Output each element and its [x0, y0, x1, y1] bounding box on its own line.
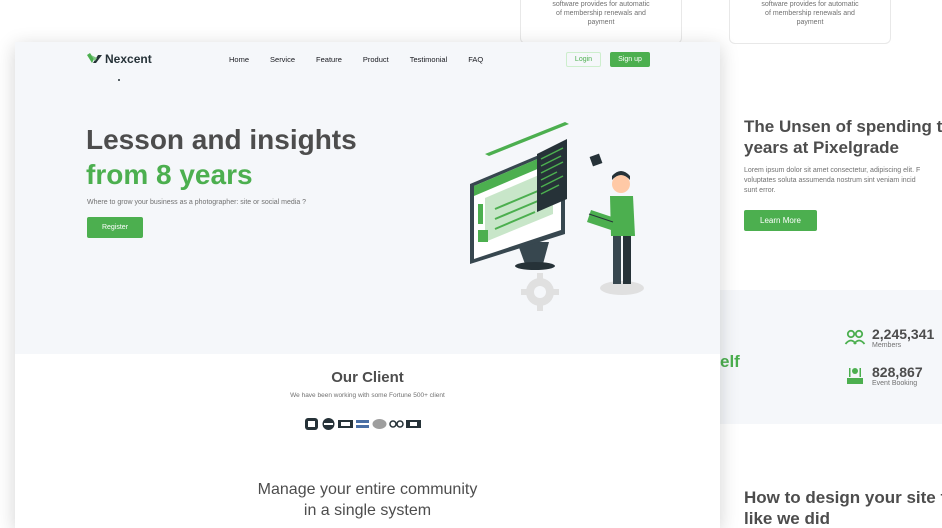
manage-title-line: in a single system: [303, 502, 432, 519]
nav-link-testimonial[interactable]: Testimonial: [410, 55, 448, 64]
section-title: The Unsen of spending thr: [744, 117, 942, 136]
stat-label: Event Booking: [872, 380, 918, 387]
hero-section: Nexcent Home Service Feature Product Tes…: [15, 42, 720, 354]
signup-button[interactable]: Sign up: [610, 52, 650, 67]
feature-card-text: software provides for automatic: [552, 1, 650, 8]
manage-section-title: Manage your entire community in a single…: [15, 479, 720, 521]
feature-card-text: payment: [796, 19, 824, 26]
client-logo-5-icon: [372, 419, 387, 429]
client-logo-6-icon: [389, 420, 404, 428]
feature-card-text: of membership renewals and: [765, 10, 855, 17]
manage-title-line: Manage your entire community: [257, 481, 478, 498]
feature-card: software provides for automatic of membe…: [520, 0, 682, 44]
stat-number: 2,245,341: [872, 326, 935, 342]
landing-page-preview: Nexcent Home Service Feature Product Tes…: [15, 42, 720, 528]
stat-number: 828,867: [872, 364, 923, 380]
feature-card-text: of membership renewals and: [556, 10, 646, 17]
nav-link-home[interactable]: Home: [229, 55, 249, 64]
clients-subtitle: We have been working with some Fortune 5…: [290, 392, 445, 399]
nav-link-product[interactable]: Product: [363, 55, 389, 64]
nexcent-logo-icon: [87, 53, 102, 63]
login-button[interactable]: Login: [566, 52, 601, 67]
section-body: Lorem ipsum dolor sit amet consectetur, …: [744, 166, 942, 196]
section-body-line: Lorem ipsum dolor sit amet consectetur, …: [744, 167, 921, 174]
hero-subtitle: Where to grow your business as a photogr…: [87, 199, 307, 206]
feature-card: software provides for automatic of membe…: [729, 0, 891, 44]
client-logo-4-icon: [356, 420, 369, 428]
client-logos: [304, 417, 423, 431]
hero-illustration: [470, 122, 644, 311]
event-booking-icon: [847, 368, 863, 384]
learn-more-button[interactable]: Learn More: [744, 210, 817, 231]
section-title-fragment: elf: [720, 352, 740, 371]
hero-title-highlight: from 8 years: [86, 159, 253, 190]
members-icon: [844, 329, 866, 345]
design-title-line: like we did: [744, 509, 830, 528]
feature-card-text: payment: [587, 19, 615, 26]
nav-link-faq[interactable]: FAQ: [468, 55, 483, 64]
nav-links: Home Service Feature Product Testimonial…: [229, 55, 504, 64]
logo[interactable]: Nexcent: [87, 52, 152, 66]
stat-event-booking: 828,867 Event Booking: [844, 364, 923, 387]
decorative-dot: [118, 79, 120, 81]
design-section-title: How to design your site fo like we did: [744, 487, 942, 528]
register-button[interactable]: Register: [87, 217, 143, 238]
stat-label: Members: [872, 342, 902, 349]
design-title-line: How to design your site fo: [744, 488, 942, 507]
client-logo-1-icon: [305, 418, 318, 430]
client-logo-7-icon: [406, 420, 421, 428]
stats-section: elf 2,245,341 Members 828,867 Event Book…: [720, 290, 942, 424]
gear-icon: [521, 273, 559, 311]
clients-title: Our Client: [331, 369, 404, 386]
nav-link-service[interactable]: Service: [270, 55, 295, 64]
pixelgrade-section: The Unsen of spending thr years at Pixel…: [744, 116, 942, 231]
section-body-line: sunt error.: [744, 187, 776, 194]
stat-members: 2,245,341 Members: [844, 326, 934, 349]
feature-card-text: software provides for automatic: [761, 1, 859, 8]
client-logo-3-icon: [338, 420, 353, 428]
section-body-line: voluptates soluta assumenda nostrum sint…: [744, 177, 916, 184]
nav-link-feature[interactable]: Feature: [316, 55, 342, 64]
client-logo-2-icon: [322, 418, 335, 430]
logo-text: Nexcent: [105, 52, 152, 66]
navbar: Nexcent Home Service Feature Product Tes…: [15, 42, 720, 81]
hero-title: Lesson and insights: [86, 124, 357, 155]
section-title: years at Pixelgrade: [744, 138, 899, 157]
